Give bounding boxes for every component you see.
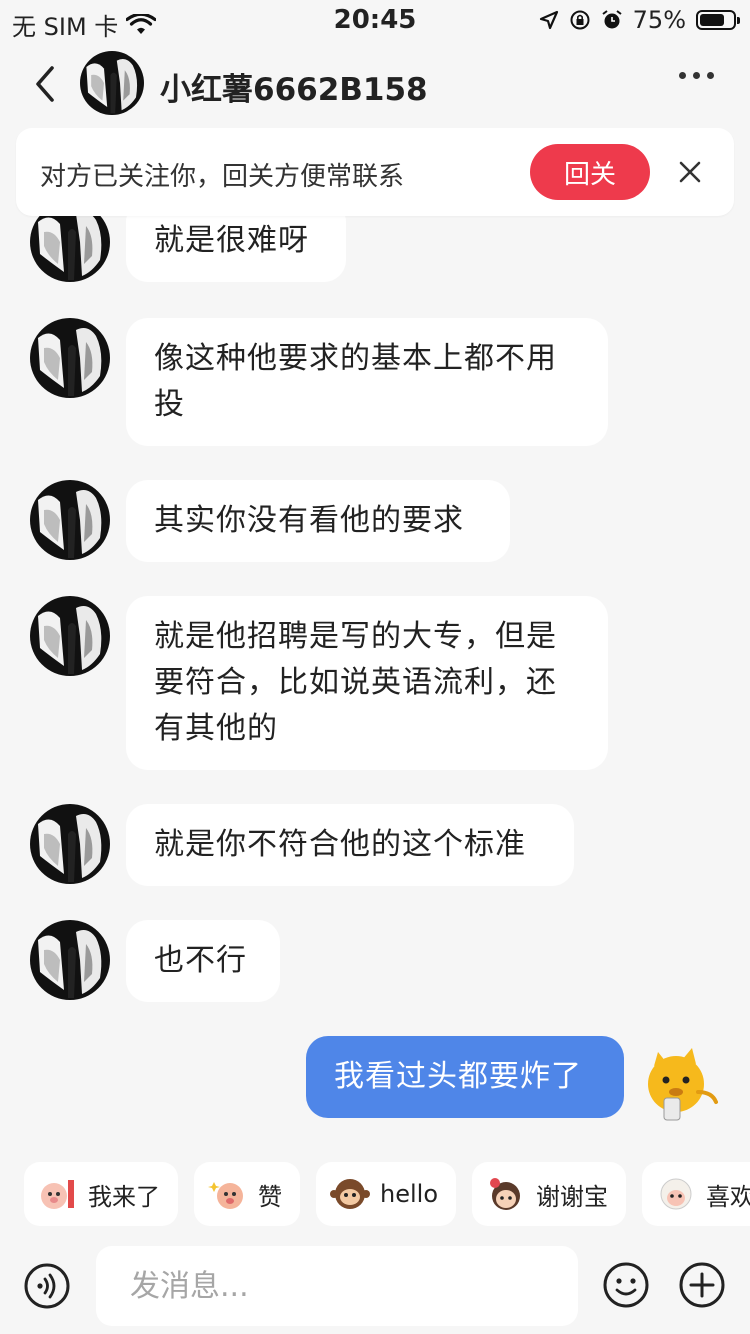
quick-sticker-list[interactable]: 我来了 赞 hello 谢谢宝 喜欢 — [24, 1162, 750, 1226]
pig-sparkle-icon — [208, 1182, 243, 1209]
add-attachment-icon[interactable] — [678, 1261, 726, 1309]
sender-avatar[interactable] — [30, 804, 110, 884]
chat-header: 小红薯6662B158 — [0, 42, 750, 128]
follow-back-text: 对方已关注你，回关方便常联系 — [40, 162, 405, 192]
message-input[interactable] — [96, 1246, 578, 1326]
sender-avatar[interactable] — [30, 216, 110, 282]
battery-percent: 75% — [632, 6, 686, 34]
my-message-bubble[interactable]: 我看过头都要炸了 — [306, 1036, 624, 1118]
contact-avatar[interactable] — [80, 51, 144, 115]
sender-avatar[interactable] — [30, 596, 110, 676]
monkey-icon — [330, 1179, 370, 1209]
battery-icon — [696, 10, 740, 30]
sheep-icon — [660, 1178, 692, 1210]
battery-level — [700, 14, 724, 26]
follow-back-banner: 对方已关注你，回关方便常联系 回关 — [16, 128, 734, 216]
my-avatar[interactable] — [636, 1040, 720, 1124]
message-bubble[interactable]: 也不行 — [126, 920, 280, 1002]
message-bubble[interactable]: 其实你没有看他的要求 — [126, 480, 510, 562]
message-bubble[interactable]: 像这种他要求的基本上都不用投 — [126, 318, 608, 446]
sender-avatar[interactable] — [30, 920, 110, 1000]
sender-avatar[interactable] — [30, 318, 110, 398]
sticker-label: 谢谢宝 — [536, 1182, 608, 1211]
alarm-icon — [602, 10, 622, 29]
message-bubble[interactable]: 就是你不符合他的这个标准 — [126, 804, 574, 886]
more-options-icon[interactable] — [679, 72, 714, 79]
sticker-chip[interactable]: 谢谢宝 — [472, 1162, 626, 1226]
location-arrow-icon — [539, 10, 558, 30]
sticker-label: 我来了 — [88, 1182, 160, 1211]
message-bubble[interactable]: 就是他招聘是写的大专，但是要符合，比如说英语流利，还有其他的 — [126, 596, 608, 770]
follow-back-button[interactable]: 回关 — [530, 144, 650, 200]
emoji-icon[interactable] — [602, 1261, 650, 1309]
orientation-lock-icon — [570, 10, 590, 30]
close-icon[interactable] — [674, 156, 706, 188]
message-bubble[interactable]: 就是很难呀 — [126, 216, 346, 282]
status-bar: 无 SIM 卡 20:45 75% — [0, 0, 750, 42]
pig-sign-icon — [41, 1180, 74, 1209]
voice-input-icon[interactable] — [24, 1263, 70, 1309]
sticker-label: hello — [380, 1180, 438, 1208]
contact-name[interactable]: 小红薯6662B158 — [160, 64, 428, 109]
message-list[interactable]: 就是很难呀 像这种他要求的基本上都不用投 其实你没有看他的要求 就是他招聘是写的… — [0, 216, 750, 1136]
sticker-chip[interactable]: 赞 — [194, 1162, 300, 1226]
sender-avatar[interactable] — [30, 480, 110, 560]
sticker-chip[interactable]: hello — [316, 1162, 456, 1226]
sticker-label: 喜欢 — [706, 1182, 750, 1211]
sticker-label: 赞 — [258, 1182, 282, 1211]
girl-flower-icon — [490, 1178, 520, 1210]
status-icons: 75% — [539, 6, 740, 34]
back-icon[interactable] — [28, 64, 64, 104]
sticker-chip[interactable]: 我来了 — [24, 1162, 178, 1226]
sticker-chip[interactable]: 喜欢 — [642, 1162, 750, 1226]
